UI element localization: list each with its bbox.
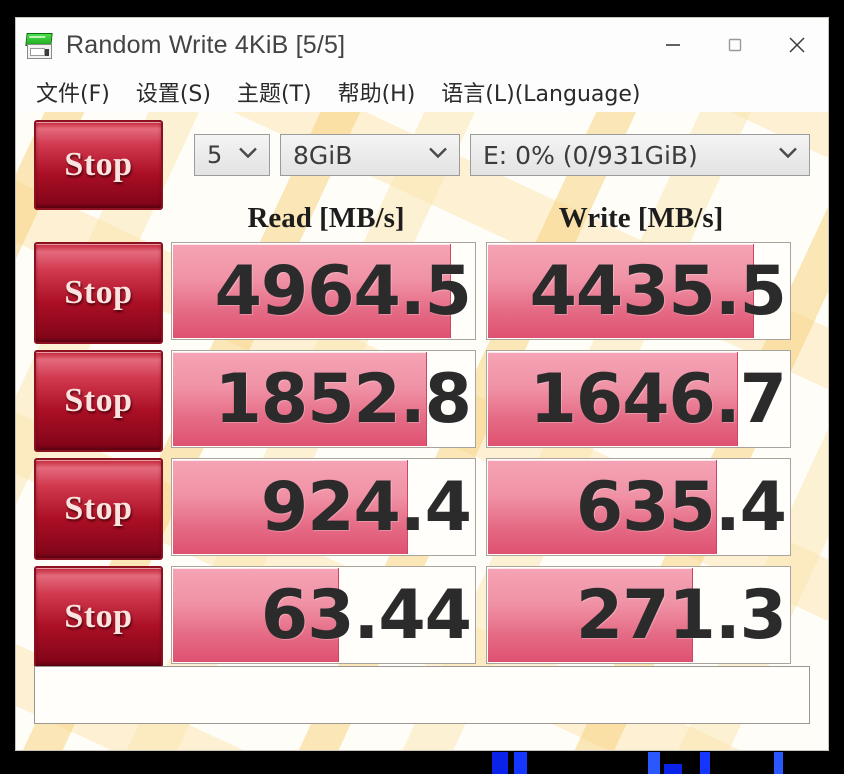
chevron-down-icon [427,145,449,166]
read-score-0: 4964.5 [214,251,472,331]
row-stop-label: Stop [64,274,133,311]
menu-bar: 文件(F) 设置(S) 主题(T) 帮助(H) 语言(L)(Language) [16,72,828,112]
toolbar: Stop 5 8GiB E: 0% (0/931GiB) [34,120,810,210]
read-score-1: 1852.8 [214,359,472,439]
comment-input[interactable] [34,666,810,724]
write-cell-3[interactable]: 271.3 [486,566,791,664]
row-stop-button-1[interactable]: Stop [34,350,163,452]
write-score-1: 1646.7 [529,359,787,439]
menu-item-language[interactable]: 语言(L)(Language) [441,76,640,108]
client-area: Stop 5 8GiB E: 0% (0/931GiB) Read [MB/s]… [16,112,828,750]
row-stop-button-3[interactable]: Stop [34,566,163,668]
write-column-header: Write [MB/s] [558,202,724,234]
all-stop-button[interactable]: Stop [34,120,163,210]
read-cell-1[interactable]: 1852.8 [171,350,476,448]
write-cell-2[interactable]: 635.4 [486,458,791,556]
drive-value: E: 0% (0/931GiB) [483,140,698,170]
maximize-button[interactable] [704,18,766,72]
test-count-value: 5 [207,141,223,169]
row-stop-label: Stop [64,598,133,635]
read-cell-0[interactable]: 4964.5 [171,242,476,340]
write-cell-1[interactable]: 1646.7 [486,350,791,448]
read-score-3: 63.44 [260,575,472,655]
window-controls [642,18,828,72]
close-button[interactable] [766,18,828,72]
result-row: Stop 63.44 271.3 [34,566,810,668]
minimize-button[interactable] [642,18,704,72]
menu-item-help[interactable]: 帮助(H) [338,76,416,108]
menu-item-file[interactable]: 文件(F) [36,76,110,108]
row-stop-button-2[interactable]: Stop [34,458,163,560]
read-cell-3[interactable]: 63.44 [171,566,476,664]
chevron-down-icon [237,145,259,166]
desktop-background: Random Write 4KiB [5/5] 文件(F) 设置(S) 主题(T… [0,0,844,774]
crystaldiskmark-icon [24,30,54,60]
title-bar: Random Write 4KiB [5/5] [16,18,828,72]
read-column-header: Read [MB/s] [247,202,405,234]
read-cell-2[interactable]: 924.4 [171,458,476,556]
result-row: Stop 1852.8 1646.7 [34,350,810,452]
read-score-2: 924.4 [260,467,472,547]
result-row: Stop 924.4 635.4 [34,458,810,560]
all-stop-label: Stop [64,146,133,183]
test-size-value: 8GiB [293,140,353,170]
chevron-down-icon [777,145,799,166]
result-row: Stop 4964.5 4435.5 [34,242,810,344]
write-score-3: 271.3 [575,575,787,655]
menu-item-settings[interactable]: 设置(S) [136,76,211,108]
row-stop-button-0[interactable]: Stop [34,242,163,344]
write-cell-0[interactable]: 4435.5 [486,242,791,340]
menu-item-theme[interactable]: 主题(T) [237,76,312,108]
row-stop-label: Stop [64,490,133,527]
drive-select[interactable]: E: 0% (0/931GiB) [470,134,810,176]
write-score-2: 635.4 [575,467,787,547]
test-count-select[interactable]: 5 [194,134,270,176]
write-score-0: 4435.5 [529,251,787,331]
test-size-select[interactable]: 8GiB [280,134,460,176]
window-title: Random Write 4KiB [5/5] [66,30,346,59]
crystaldiskmark-window: Random Write 4KiB [5/5] 文件(F) 设置(S) 主题(T… [16,18,828,750]
row-stop-label: Stop [64,382,133,419]
screen-bottom-strip [0,752,844,774]
